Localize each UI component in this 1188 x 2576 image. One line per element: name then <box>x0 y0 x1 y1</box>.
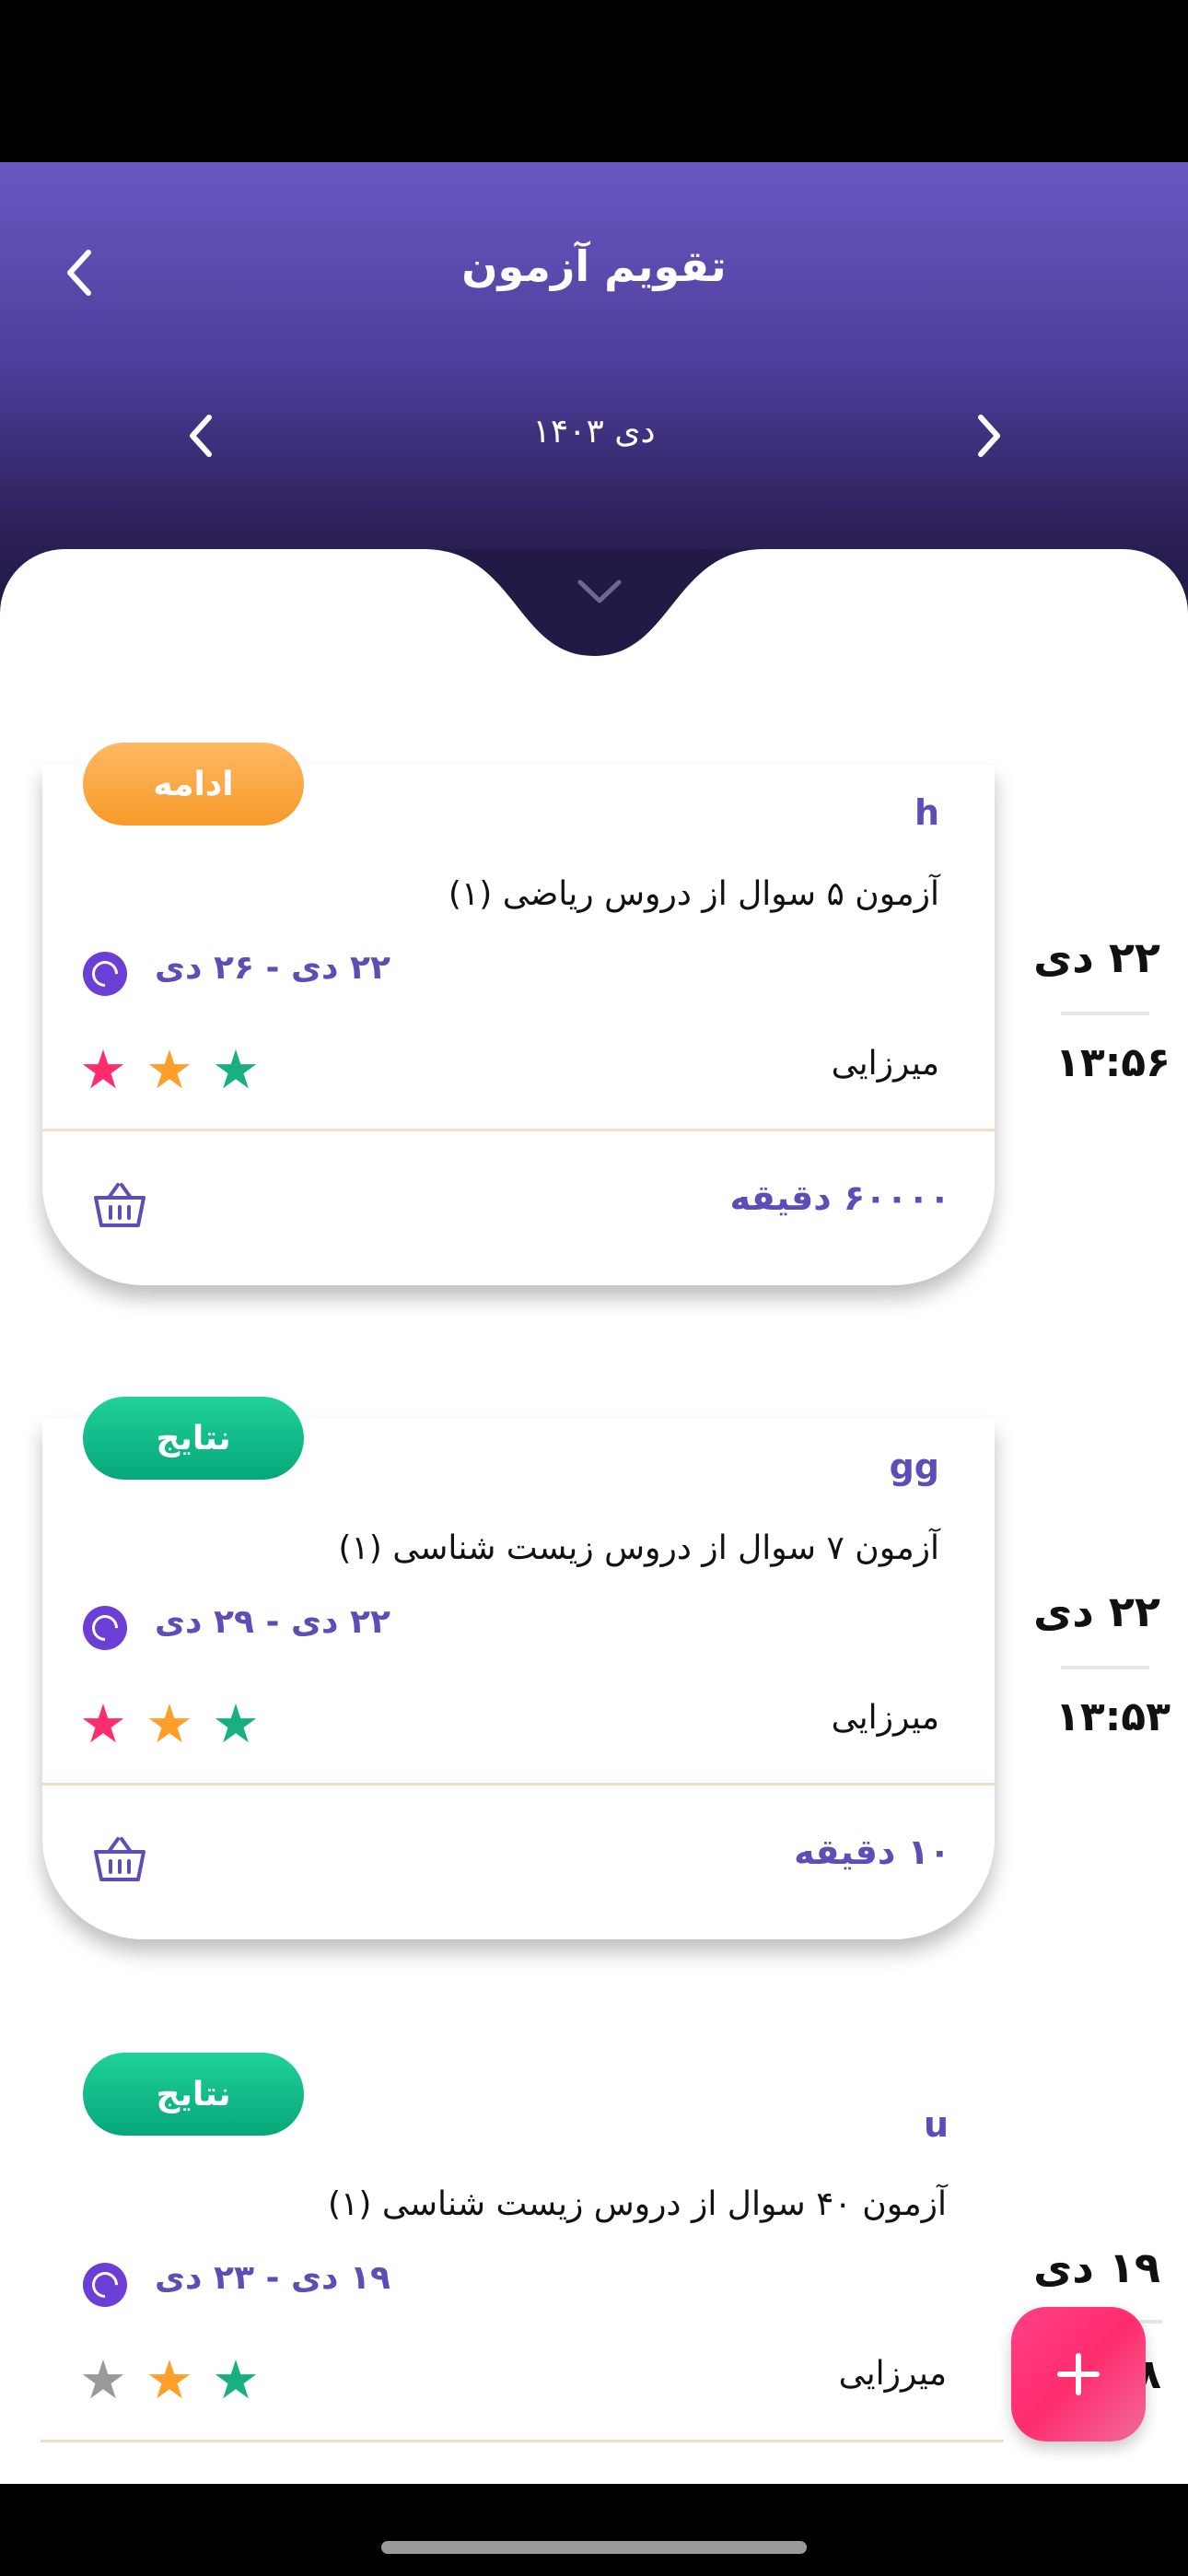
clock-icon <box>83 2263 127 2307</box>
star-icon: ★ <box>79 2348 127 2411</box>
exam-title: آزمون ۷ سوال از دروس زیست شناسی (۱) <box>338 1529 939 1567</box>
teacher-name: میرزایی <box>838 2355 947 2393</box>
exam-code: h <box>914 792 939 833</box>
date-range: ۲۲ دی - ۲۶ دی <box>155 949 390 987</box>
next-month-button[interactable] <box>965 411 1015 461</box>
teacher-name: میرزایی <box>831 1699 939 1737</box>
collapse-button[interactable] <box>573 573 626 610</box>
star-icon: ★ <box>212 2348 260 2411</box>
teacher-name: میرزایی <box>831 1045 939 1083</box>
star-icon: ★ <box>146 1692 193 1755</box>
status-bar <box>0 0 1188 162</box>
divider <box>42 1129 995 1131</box>
duration: ۶۰۰۰۰ دقیقه <box>729 1177 951 1218</box>
bottom-bar <box>0 2484 1188 2576</box>
duration: ۱۰ دقیقه <box>794 1832 950 1872</box>
divider <box>42 1783 995 1786</box>
basket-icon[interactable] <box>90 1833 149 1885</box>
results-button[interactable]: نتایج <box>83 1397 304 1480</box>
exam-title: آزمون ۴۰ سوال از دروس زیست شناسی (۱) <box>327 2185 947 2223</box>
star-icon: ★ <box>212 1038 260 1101</box>
date-range: ۱۹ دی - ۲۳ دی <box>155 2259 390 2297</box>
star-icon: ★ <box>212 1692 260 1755</box>
exam-code: gg <box>889 1446 939 1487</box>
continue-button[interactable]: ادامه <box>83 743 304 825</box>
star-icon: ★ <box>79 1692 127 1755</box>
separator <box>1061 1012 1149 1015</box>
home-indicator[interactable] <box>381 2541 807 2554</box>
exam-title: آزمون ۵ سوال از دروس ریاضی (۱) <box>448 875 939 913</box>
exam-day: ۱۹ دی <box>1033 2242 1160 2292</box>
exam-day: ۲۲ دی <box>1033 932 1160 982</box>
divider <box>41 2440 1004 2442</box>
date-range: ۲۲ دی - ۲۹ دی <box>155 1603 390 1641</box>
page-title: تقویم آزمون <box>461 241 727 291</box>
add-exam-button[interactable] <box>1011 2307 1146 2441</box>
star-icon: ★ <box>79 1038 127 1101</box>
chevron-right-icon <box>978 415 1000 457</box>
exam-time: ۱۳:۵۳ <box>1055 1693 1171 1740</box>
exam-day: ۲۲ دی <box>1033 1587 1160 1636</box>
chevron-down-icon <box>577 580 622 603</box>
star-icon: ★ <box>146 1038 193 1101</box>
star-icon: ★ <box>146 2348 193 2411</box>
clock-icon <box>83 1606 127 1650</box>
basket-icon[interactable] <box>90 1179 149 1231</box>
results-button[interactable]: نتایج <box>83 2053 304 2136</box>
exam-code: u <box>923 2104 949 2145</box>
exam-time: ۱۳:۵۶ <box>1055 1039 1171 1086</box>
clock-icon <box>83 952 127 996</box>
separator <box>1061 1666 1149 1669</box>
plus-icon <box>1057 2353 1100 2395</box>
